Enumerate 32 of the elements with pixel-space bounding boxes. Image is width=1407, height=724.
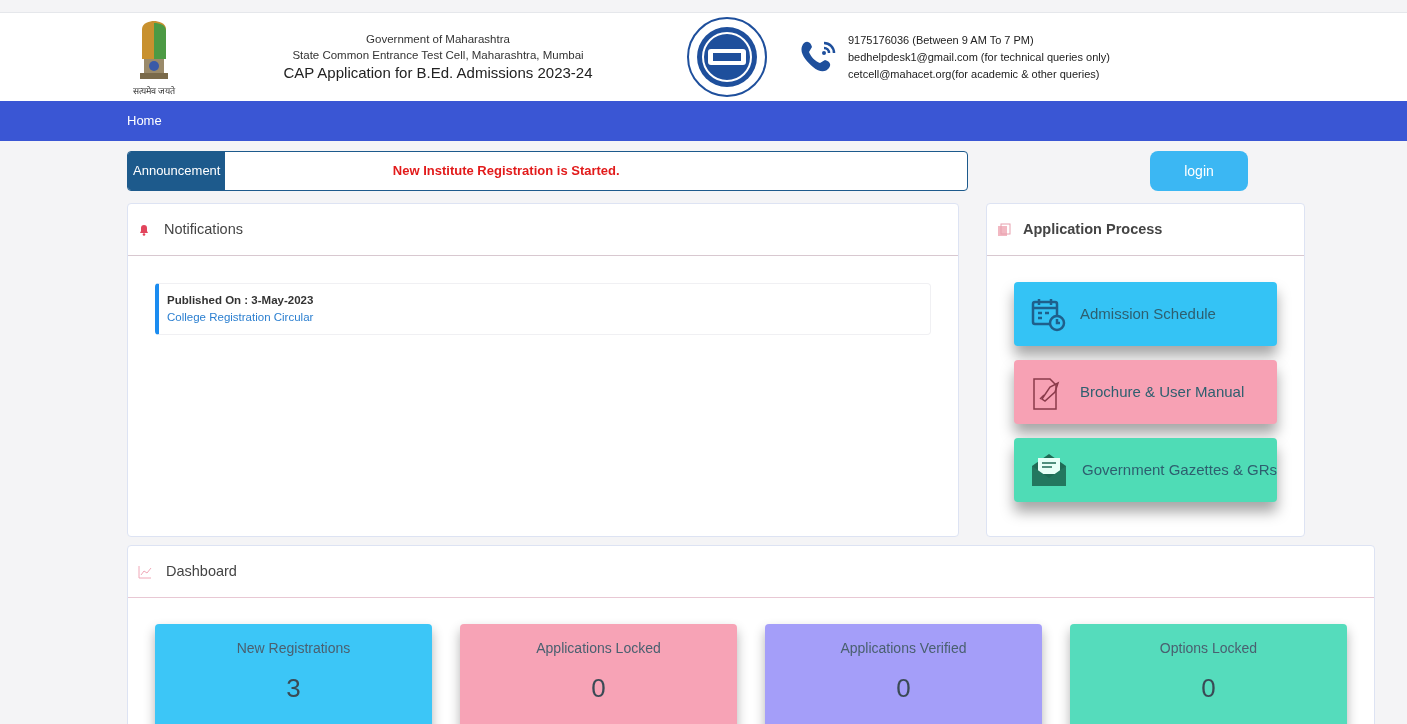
panel-title: Dashboard	[166, 561, 237, 581]
bell-icon	[138, 223, 150, 236]
announcement-label: Announcement	[128, 152, 226, 190]
process-link-card[interactable]: Brochure & User Manual	[1014, 360, 1278, 424]
stat-value: 0	[896, 672, 911, 705]
header-title: State Common Entrance Test Cell, Maharashtra, Mumbai	[292, 48, 584, 63]
panel-title: Notifications	[164, 219, 243, 239]
stat-value: 0	[591, 672, 606, 705]
emblem-caption: सत्यमेव जयते	[132, 86, 176, 96]
stat-value: 0	[1201, 672, 1216, 705]
stat-label: Applications Verified	[840, 639, 967, 658]
header-title: Government of Maharashtra	[366, 32, 510, 47]
notification-link[interactable]: College Registration Circular	[167, 309, 314, 327]
line-chart-icon	[138, 564, 152, 579]
envelope-letter-icon	[1030, 452, 1068, 488]
header-title: CAP Application for B.Ed. Admissions 2023-24	[283, 63, 593, 83]
stat-label: New Registrations	[236, 639, 351, 658]
process-link-card[interactable]: Admission Schedule	[1014, 282, 1278, 346]
published-date: Published On : 3-May-2023	[167, 292, 315, 308]
stat-label: Applications Locked	[536, 639, 661, 658]
stat-label: Options Locked	[1159, 639, 1258, 658]
login-button[interactable]: login	[1150, 151, 1248, 191]
nav-link[interactable]: Home	[127, 111, 162, 131]
contact-line: 9175176036 (Between 9 AM To 7 PM)	[848, 32, 1035, 48]
contact-line: cetcell@mahacet.org(for academic & other queries)	[848, 66, 1101, 82]
announcement-text: New Institute Registration is Started.	[391, 162, 621, 181]
calendar-clock-icon	[1030, 296, 1066, 332]
papers-icon	[997, 222, 1011, 237]
process-link-card[interactable]: Government Gazettes & GRs	[1014, 438, 1278, 502]
stat-value: 3	[286, 672, 301, 705]
panel-title: Application Process	[1023, 219, 1163, 239]
contact-line: bedhelpdesk1@gmail.com (for technical queries only)	[848, 49, 1110, 65]
